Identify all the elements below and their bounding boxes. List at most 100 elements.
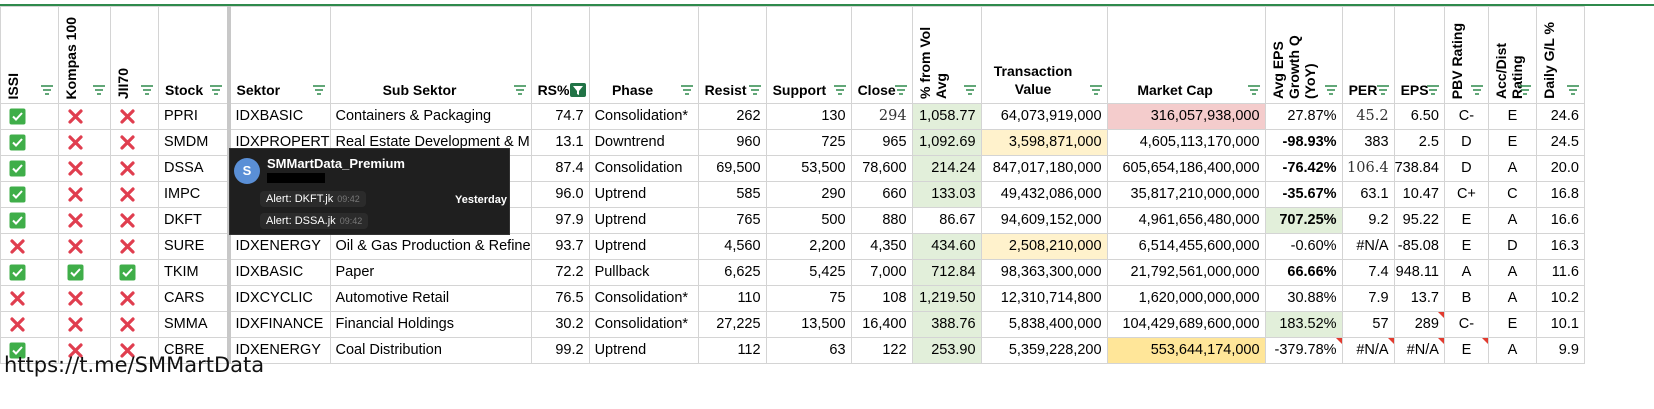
cell-eps[interactable]: 948.11 — [1393, 259, 1445, 286]
cell-kompas[interactable] — [58, 155, 111, 182]
cell-epsg[interactable]: 707.25% — [1264, 207, 1343, 234]
table-row[interactable]: TKIM IDXBASIC Paper 72.2 Pullback 6,625 5,425 7… — [0, 259, 1585, 286]
cell-issi[interactable] — [0, 285, 59, 312]
cell-trans[interactable]: 5,359,228,200 — [980, 337, 1108, 364]
cell-sub[interactable]: Automotive Retail — [329, 285, 532, 312]
column-header-trans[interactable]: Transaction Value — [980, 6, 1108, 104]
cell-accdist[interactable]: A — [1487, 285, 1537, 312]
column-header-daily[interactable]: Daily G/L % — [1535, 6, 1585, 104]
column-header-close[interactable]: Close — [850, 6, 913, 104]
column-header-resist[interactable]: Resist — [697, 6, 767, 104]
cell-mcap[interactable]: 553,644,174,000 — [1106, 337, 1266, 364]
cell-rs[interactable]: 93.7 — [530, 233, 590, 260]
cell-stock[interactable]: DSSA — [158, 155, 229, 182]
cell-support[interactable]: 53,500 — [765, 155, 852, 182]
cell-epsg[interactable]: 27.87% — [1264, 103, 1343, 130]
cell-stock[interactable]: SURE — [158, 233, 229, 260]
cell-fromvol[interactable]: 712.84 — [911, 259, 982, 286]
cell-pbv[interactable]: C- — [1443, 103, 1489, 130]
cell-sub[interactable]: Paper — [329, 259, 532, 286]
cell-epsg[interactable]: -76.42% — [1264, 155, 1343, 182]
cell-issi[interactable] — [0, 311, 59, 338]
cell-eps[interactable]: #N/A — [1393, 337, 1445, 364]
filter-icon[interactable] — [311, 83, 327, 97]
cell-resist[interactable]: 585 — [697, 181, 767, 208]
cell-issi[interactable] — [0, 129, 59, 156]
cell-eps[interactable]: 95.22 — [1393, 207, 1445, 234]
cell-resist[interactable]: 112 — [697, 337, 767, 364]
cell-trans[interactable]: 847,017,180,000 — [980, 155, 1108, 182]
cell-support[interactable]: 725 — [765, 129, 852, 156]
cell-rs[interactable]: 30.2 — [530, 311, 590, 338]
cell-resist[interactable]: 6,625 — [697, 259, 767, 286]
cell-jii70[interactable] — [110, 233, 159, 260]
filter-icon[interactable] — [1517, 83, 1533, 97]
cell-accdist[interactable]: E — [1487, 129, 1537, 156]
cell-rs[interactable]: 72.2 — [530, 259, 590, 286]
cell-pbv[interactable]: D — [1443, 155, 1489, 182]
cell-kompas[interactable] — [58, 311, 111, 338]
cell-daily[interactable]: 24.6 — [1535, 103, 1585, 130]
cell-rs[interactable]: 87.4 — [530, 155, 590, 182]
cell-epsg[interactable]: 66.66% — [1264, 259, 1343, 286]
cell-pbv[interactable]: A — [1443, 259, 1489, 286]
cell-sektor[interactable]: IDXFINANCE — [226, 311, 331, 338]
cell-trans[interactable]: 12,310,714,800 — [980, 285, 1108, 312]
cell-epsg[interactable]: -35.67% — [1264, 181, 1343, 208]
cell-rs[interactable]: 96.0 — [530, 181, 590, 208]
cell-pbv[interactable]: E — [1443, 233, 1489, 260]
column-header-phase[interactable]: Phase — [588, 6, 699, 104]
filter-icon[interactable] — [832, 83, 848, 97]
table-row[interactable]: SURE IDXENERGY Oil & Gas Production & Refi… — [0, 233, 1585, 260]
cell-eps[interactable]: 2.5 — [1393, 129, 1445, 156]
cell-fromvol[interactable]: 86.67 — [911, 207, 982, 234]
cell-trans[interactable]: 98,363,300,000 — [980, 259, 1108, 286]
cell-sektor[interactable]: IDXENERGY — [226, 233, 331, 260]
cell-sub[interactable]: Containers & Packaging — [329, 103, 532, 130]
cell-resist[interactable]: 960 — [697, 129, 767, 156]
cell-fromvol[interactable]: 434.60 — [911, 233, 982, 260]
cell-per[interactable]: #N/A — [1341, 337, 1395, 364]
filter-icon[interactable] — [1088, 83, 1104, 97]
cell-support[interactable]: 130 — [765, 103, 852, 130]
cell-jii70[interactable] — [110, 259, 159, 286]
column-header-issi[interactable]: ISSI — [0, 6, 59, 104]
column-header-epsg[interactable]: Avg EPS Growth Q (YoY) — [1264, 6, 1343, 104]
filter-icon[interactable] — [1469, 83, 1485, 97]
cell-mcap[interactable]: 35,817,210,000,000 — [1106, 181, 1266, 208]
cell-epsg[interactable]: -379.78% — [1264, 337, 1343, 364]
cell-accdist[interactable]: D — [1487, 233, 1537, 260]
cell-support[interactable]: 5,425 — [765, 259, 852, 286]
filter-icon[interactable] — [1323, 83, 1339, 97]
cell-eps[interactable]: 10.47 — [1393, 181, 1445, 208]
cell-pbv[interactable]: C- — [1443, 311, 1489, 338]
cell-phase[interactable]: Consolidation* — [588, 103, 699, 130]
cell-daily[interactable]: 11.6 — [1535, 259, 1585, 286]
cell-close[interactable]: 16,400 — [850, 311, 913, 338]
cell-kompas[interactable] — [58, 233, 111, 260]
filter-icon[interactable] — [91, 83, 107, 97]
cell-trans[interactable]: 94,609,152,000 — [980, 207, 1108, 234]
cell-jii70[interactable] — [110, 129, 159, 156]
column-header-sektor[interactable]: Sektor — [226, 6, 331, 104]
cell-per[interactable]: 383 — [1341, 129, 1395, 156]
cell-per[interactable]: 106.4 — [1341, 155, 1395, 182]
cell-daily[interactable]: 9.9 — [1535, 337, 1585, 364]
cell-sub[interactable]: Coal Distribution — [329, 337, 532, 364]
column-header-accdist[interactable]: Acc/Dist Rating — [1487, 6, 1537, 104]
cell-jii70[interactable] — [110, 181, 159, 208]
cell-mcap[interactable]: 316,057,938,000 — [1106, 103, 1266, 130]
cell-resist[interactable]: 765 — [697, 207, 767, 234]
cell-close[interactable]: 122 — [850, 337, 913, 364]
cell-resist[interactable]: 27,225 — [697, 311, 767, 338]
cell-pbv[interactable]: E — [1443, 207, 1489, 234]
filter-active-icon[interactable] — [569, 83, 586, 97]
cell-phase[interactable]: Pullback — [588, 259, 699, 286]
table-row[interactable]: PPRI IDXBASIC Containers & Packaging 74.7 Co… — [0, 103, 1585, 130]
cell-epsg[interactable]: 30.88% — [1264, 285, 1343, 312]
column-header-eps[interactable]: EPS — [1393, 6, 1445, 104]
cell-issi[interactable] — [0, 181, 59, 208]
cell-daily[interactable]: 24.5 — [1535, 129, 1585, 156]
notification-message[interactable]: Alert: DSSA.jk 09:42 — [260, 213, 369, 229]
cell-phase[interactable]: Uptrend — [588, 337, 699, 364]
